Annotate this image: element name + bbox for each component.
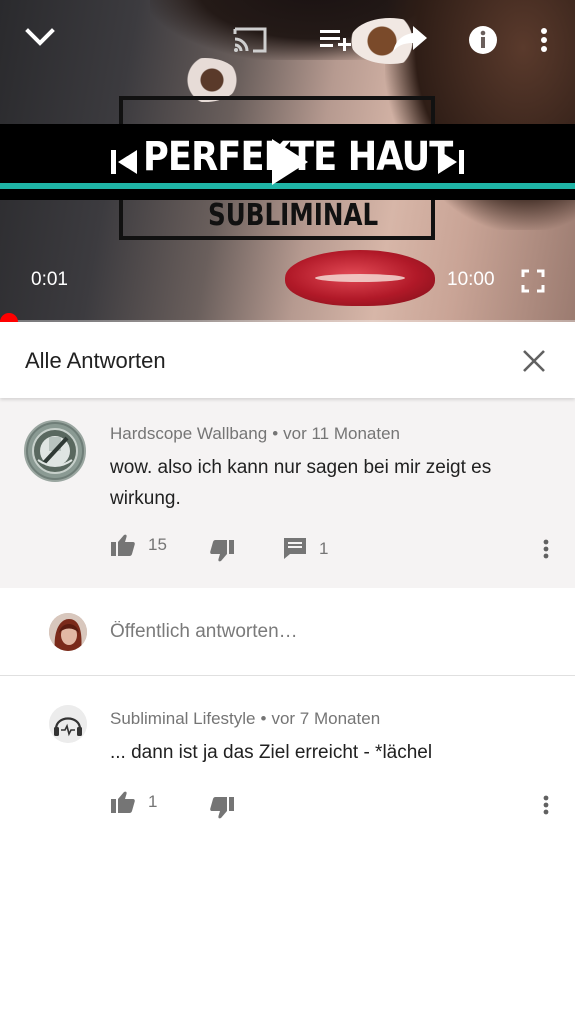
user-avatar[interactable] [49,613,87,651]
like-count: 1 [148,792,158,811]
skip-previous-icon [111,150,137,174]
fullscreen-icon [521,269,545,293]
emblem-avatar-icon [28,424,82,478]
share-button[interactable] [390,23,430,55]
more-vert-icon [543,795,549,815]
avatar[interactable] [49,705,87,743]
comment-menu-button[interactable] [543,539,549,559]
play-button[interactable] [266,136,312,188]
cast-icon [233,27,267,53]
replies-count-button[interactable]: 1 [284,538,328,559]
like-button[interactable]: 15 [111,534,167,556]
cast-button[interactable] [231,24,269,56]
thumb-down-icon [210,797,234,819]
like-button[interactable]: 1 [111,791,157,813]
like-count: 15 [148,535,167,554]
share-icon [393,26,427,52]
thumbnail-lips [285,250,435,306]
video-player[interactable]: PERFEKTE HAUT SUBLIMINAL 0:01 10:00 [0,0,575,322]
next-button[interactable] [434,146,468,178]
reply-count: 1 [319,538,329,558]
previous-button[interactable] [108,146,140,178]
thumb-up-icon [111,534,135,556]
fullscreen-button[interactable] [518,266,548,296]
comment-time: vor 11 Monaten [283,424,401,443]
video-duration: 10:00 [447,269,495,290]
comment-author[interactable]: Hardscope Wallbang [110,424,267,443]
comment-menu-button[interactable] [543,795,549,815]
current-time: 0:01 [31,269,68,290]
meta-separator: • [260,709,267,728]
minimize-button[interactable] [22,22,58,54]
comment-text: ... dann ist ja das Ziel erreicht - *läc… [110,742,433,763]
more-options-button[interactable] [534,24,554,56]
progress-bar[interactable] [0,313,575,322]
skip-next-icon [438,150,464,174]
replies-panel-header: Alle Antworten [0,324,575,398]
comment-author[interactable]: Subliminal Lifestyle [110,709,256,728]
comment-time: vor 7 Monaten [271,709,381,728]
chevron-down-icon [25,28,55,46]
meta-separator: • [272,424,279,443]
user-avatar-icon [49,613,87,651]
dislike-button[interactable] [210,540,234,562]
comment-meta: Hardscope Wallbang • vor 11 Monaten [110,424,400,444]
close-icon [523,350,545,372]
comment-icon [284,538,306,559]
add-to-queue-button[interactable] [317,26,353,54]
public-reply-input[interactable] [110,621,530,643]
dislike-button[interactable] [210,797,234,819]
thumb-up-icon [111,791,135,813]
avatar[interactable] [24,420,86,482]
comment-meta: Subliminal Lifestyle • vor 7 Monaten [110,709,380,729]
info-button[interactable] [467,24,499,56]
play-icon [272,139,308,185]
info-icon [469,26,497,54]
thumb-down-icon [210,540,234,562]
add-to-queue-icon [320,30,351,51]
parent-comment: Hardscope Wallbang • vor 11 Monaten wow. a… [0,398,575,588]
reply-input-row [0,588,575,676]
reply-comment: Subliminal Lifestyle • vor 7 Monaten ... d… [0,677,575,837]
more-vert-icon [543,539,549,559]
headphones-icon [49,705,87,743]
replies-panel-title: Alle Antworten [25,348,166,373]
more-vert-icon [541,28,547,52]
close-replies-button[interactable] [519,346,549,376]
video-logo-subtitle: SUBLIMINAL [208,198,379,233]
progress-scrubber[interactable] [0,313,18,322]
comment-text: wow. also ich kann nur sagen bei mir zei… [110,457,492,509]
